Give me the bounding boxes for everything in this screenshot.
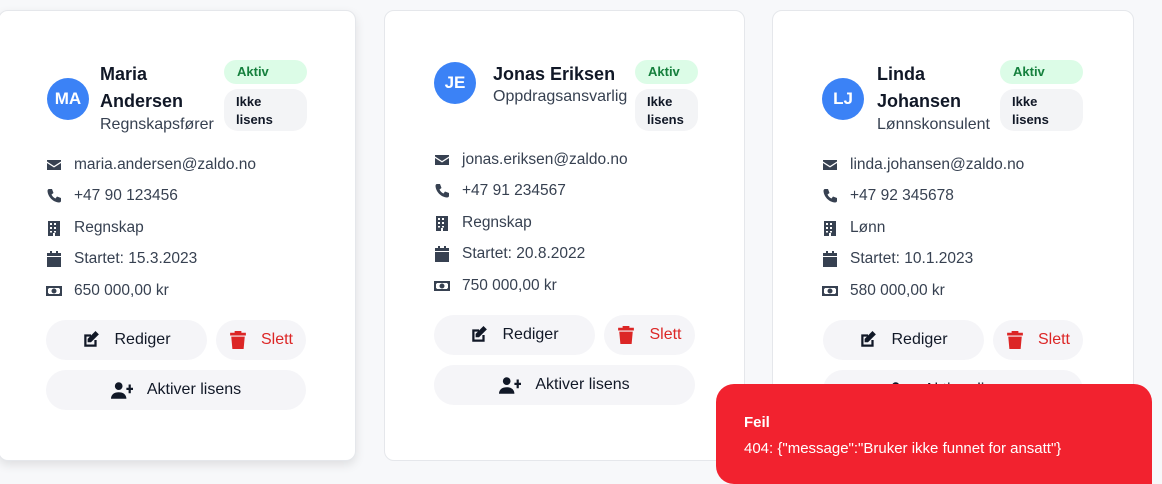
start-date-text: Startet: 20.8.2022 [462,245,586,262]
activate-license-button[interactable]: Aktiver lisens [46,370,306,410]
start-date-text: Startet: 15.3.2023 [74,250,198,267]
building-icon [824,221,836,236]
email-text: jonas.eriksen@zaldo.no [462,151,628,168]
edit-button[interactable]: Rediger [46,320,207,360]
edit-button[interactable]: Rediger [823,320,984,360]
email-text: maria.andersen@zaldo.no [74,156,257,173]
money-icon [46,286,62,296]
status-badge: Aktiv [224,60,307,84]
employee-name-last: Johansen [877,91,962,111]
money-icon [434,281,450,291]
start-date-row: Startet: 10.1.2023 [822,250,973,268]
calendar-icon [47,251,61,267]
start-date-text: Startet: 10.1.2023 [850,250,974,267]
email-text: linda.johansen@zaldo.no [850,156,1025,173]
phone-row: +47 92 345678 [822,187,954,205]
salary-row: 650 000,00 kr [46,282,169,300]
toast-title: Feil [744,414,770,431]
delete-label: Slett [1037,331,1070,348]
edit-icon [472,326,488,342]
email-row: maria.andersen@zaldo.no [46,156,256,174]
avatar: MA [47,78,89,120]
department-row: Lønn [822,219,885,237]
error-toast[interactable]: Feil 404: {"message":"Bruker ikke funnet… [716,384,1152,484]
phone-icon [823,189,837,203]
edit-button[interactable]: Rediger [434,315,595,355]
building-icon [436,216,448,231]
edit-label: Rediger [891,331,948,348]
envelope-icon [47,160,61,170]
license-badge: Ikke lisens [1000,89,1083,131]
trash-icon [618,326,635,344]
envelope-icon [823,160,837,170]
employee-role: Regnskapsfører [100,116,214,133]
salary-row: 750 000,00 kr [434,277,557,295]
department-text: Regnskap [74,219,144,236]
delete-button[interactable]: Slett [993,320,1083,360]
phone-row: +47 91 234567 [434,182,566,200]
status-badge: Aktiv [1000,60,1083,84]
user-plus-icon [499,377,522,394]
salary-text: 650 000,00 kr [74,282,169,299]
trash-icon [230,331,246,349]
activate-license-label: Aktiver lisens [146,381,242,398]
start-date-row: Startet: 15.3.2023 [46,250,197,268]
phone-icon [47,189,61,203]
department-text: Regnskap [462,214,532,231]
employee-name-first: Maria [100,64,148,84]
calendar-icon [823,251,837,267]
employee-name-first: Linda [877,64,925,84]
activate-license-button[interactable]: Aktiver lisens [434,365,695,405]
edit-label: Rediger [502,326,559,343]
edit-icon [84,331,100,347]
employee-card: JE Jonas Eriksen Oppdragsansvarlig Aktiv… [384,10,745,461]
money-icon [822,286,838,296]
edit-label: Rediger [114,331,171,348]
license-badge: Ikke lisens [635,89,698,131]
employee-name: Jonas Eriksen [493,64,616,84]
department-text: Lønn [850,219,886,236]
phone-row: +47 90 123456 [46,187,178,205]
start-date-row: Startet: 20.8.2022 [434,245,585,263]
department-row: Regnskap [434,214,532,232]
employee-name-last: Andersen [100,91,184,111]
delete-button[interactable]: Slett [216,320,306,360]
employee-role: Oppdragsansvarlig [493,88,628,105]
phone-text: +47 90 123456 [74,187,178,204]
employee-role: Lønnskonsulent [877,116,990,133]
avatar: LJ [822,78,864,120]
phone-text: +47 92 345678 [850,187,954,204]
avatar: JE [434,62,476,104]
delete-label: Slett [260,331,293,348]
calendar-icon [435,246,449,262]
email-row: jonas.eriksen@zaldo.no [434,151,628,169]
envelope-icon [435,155,449,165]
building-icon [48,221,60,236]
edit-icon [861,331,877,347]
phone-text: +47 91 234567 [462,182,566,199]
salary-row: 580 000,00 kr [822,282,945,300]
trash-icon [1007,331,1023,349]
email-row: linda.johansen@zaldo.no [822,156,1024,174]
delete-button[interactable]: Slett [604,315,695,355]
activate-license-label: Aktiver lisens [535,376,630,393]
salary-text: 580 000,00 kr [850,282,945,299]
user-plus-icon [110,382,133,399]
department-row: Regnskap [46,219,144,237]
phone-icon [435,184,449,198]
license-badge: Ikke lisens [224,89,307,131]
employee-card: MA Maria Andersen Regnskapsfører Aktiv I… [0,10,356,461]
toast-message: 404: {"message":"Bruker ikke funnet for … [744,440,1062,457]
status-badge: Aktiv [635,60,698,84]
delete-label: Slett [649,326,682,343]
salary-text: 750 000,00 kr [462,277,557,294]
